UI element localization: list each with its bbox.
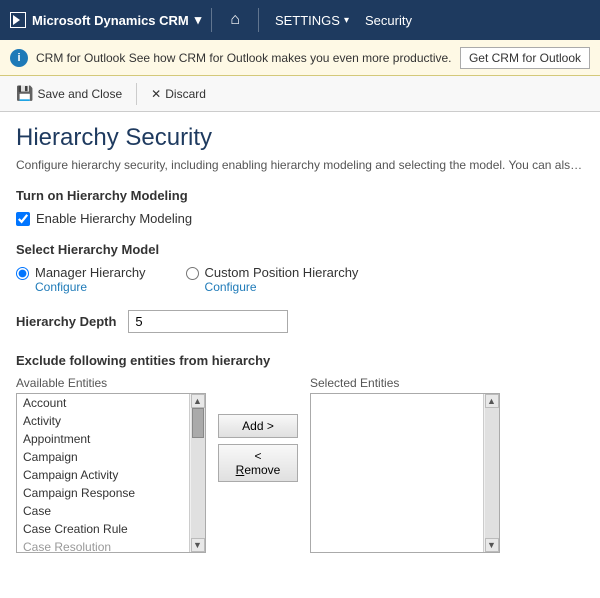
discard-button[interactable]: ✕ Discard <box>143 83 214 105</box>
hierarchy-model-title: Select Hierarchy Model <box>16 242 584 257</box>
manager-hierarchy-option: Manager Hierarchy Configure <box>16 265 146 294</box>
list-item: Case Resolution <box>17 538 189 552</box>
info-icon: i <box>10 49 28 67</box>
scroll-down-arrow[interactable]: ▼ <box>191 538 205 552</box>
scroll-up-arrow[interactable]: ▲ <box>191 394 205 408</box>
list-item[interactable]: Campaign Response <box>17 484 189 502</box>
available-entities-label: Available Entities <box>16 376 206 390</box>
custom-position-group: Custom Position Hierarchy Configure <box>205 265 359 294</box>
manager-hierarchy-label: Manager Hierarchy <box>35 265 146 280</box>
nav-brand[interactable]: Microsoft Dynamics CRM ▾ <box>10 12 201 28</box>
available-scrollbar[interactable]: ▲ ▼ <box>189 394 205 552</box>
enable-hierarchy-label: Enable Hierarchy Modeling <box>36 211 192 226</box>
nav-bar: Microsoft Dynamics CRM ▾ ⌂ SETTINGS ▾ Se… <box>0 0 600 40</box>
nav-divider-2 <box>258 8 259 32</box>
entities-layout: Available Entities Account Activity Appo… <box>16 376 584 553</box>
list-item[interactable]: Campaign <box>17 448 189 466</box>
scroll-thumb[interactable] <box>192 408 204 438</box>
discard-icon: ✕ <box>151 87 161 101</box>
list-item[interactable]: Case <box>17 502 189 520</box>
selected-scrollbar[interactable]: ▲ ▼ <box>483 394 499 552</box>
list-item[interactable]: Account <box>17 394 189 412</box>
entities-section: Exclude following entities from hierarch… <box>16 353 584 553</box>
selected-scroll-track <box>485 408 499 538</box>
scroll-track <box>191 408 205 538</box>
enable-hierarchy-checkbox[interactable] <box>16 212 30 226</box>
hierarchy-depth-label: Hierarchy Depth <box>16 314 116 329</box>
remove-label: < Remove <box>236 449 281 477</box>
custom-position-radio[interactable] <box>186 267 199 280</box>
model-options: Manager Hierarchy Configure Custom Posit… <box>16 265 584 294</box>
selected-entities-label: Selected Entities <box>310 376 500 390</box>
nav-divider-1 <box>211 8 212 32</box>
available-entities-list: Account Activity Appointment Campaign Ca… <box>17 394 189 552</box>
available-entities-listbox[interactable]: Account Activity Appointment Campaign Ca… <box>16 393 206 553</box>
hierarchy-depth-row: Hierarchy Depth <box>16 310 584 333</box>
toolbar: 💾 Save and Close ✕ Discard <box>0 76 600 112</box>
info-text: CRM for Outlook See how CRM for Outlook … <box>36 51 452 65</box>
manager-configure-link[interactable]: Configure <box>35 280 146 294</box>
get-crm-outlook-button[interactable]: Get CRM for Outlook <box>460 47 590 69</box>
enable-hierarchy-row: Enable Hierarchy Modeling <box>16 211 584 226</box>
available-entities-panel: Available Entities Account Activity Appo… <box>16 376 206 553</box>
toolbar-separator <box>136 83 137 105</box>
save-close-button[interactable]: 💾 Save and Close <box>8 81 130 106</box>
turn-on-section-title: Turn on Hierarchy Modeling <box>16 188 584 203</box>
selected-scroll-up[interactable]: ▲ <box>485 394 499 408</box>
add-button[interactable]: Add > <box>218 414 298 438</box>
custom-position-option: Custom Position Hierarchy Configure <box>186 265 359 294</box>
entity-action-buttons: Add > < Remove <box>206 394 310 502</box>
selected-entities-panel: Selected Entities ▲ ▼ <box>310 376 500 553</box>
hierarchy-depth-input[interactable] <box>128 310 288 333</box>
manager-hierarchy-group: Manager Hierarchy Configure <box>35 265 146 294</box>
page-description: Configure hierarchy security, including … <box>16 158 584 172</box>
settings-label: SETTINGS <box>275 13 340 28</box>
page-title: Hierarchy Security <box>16 124 584 152</box>
brand-label: Microsoft Dynamics CRM <box>32 13 189 28</box>
list-item[interactable]: Appointment <box>17 430 189 448</box>
list-item[interactable]: Case Creation Rule <box>17 520 189 538</box>
list-item[interactable]: Campaign Activity <box>17 466 189 484</box>
list-item[interactable]: Activity <box>17 412 189 430</box>
save-close-label: Save and Close <box>37 87 122 101</box>
manager-hierarchy-radio[interactable] <box>16 267 29 280</box>
custom-position-label: Custom Position Hierarchy <box>205 265 359 280</box>
settings-chevron: ▾ <box>344 15 349 26</box>
nav-security-label: Security <box>365 13 412 28</box>
selected-scroll-down[interactable]: ▼ <box>485 538 499 552</box>
dynamics-logo <box>10 12 26 28</box>
main-content: Hierarchy Security Configure hierarchy s… <box>0 112 600 565</box>
save-icon: 💾 <box>16 85 33 102</box>
info-bar: i CRM for Outlook See how CRM for Outloo… <box>0 40 600 76</box>
nav-settings-item[interactable]: SETTINGS ▾ <box>269 0 355 40</box>
home-icon: ⌂ <box>230 11 240 29</box>
discard-label: Discard <box>165 87 206 101</box>
brand-chevron[interactable]: ▾ <box>195 12 202 28</box>
remove-button[interactable]: < Remove <box>218 444 298 482</box>
entities-title: Exclude following entities from hierarch… <box>16 353 584 368</box>
custom-configure-link[interactable]: Configure <box>205 280 359 294</box>
hierarchy-model-section: Select Hierarchy Model Manager Hierarchy… <box>16 242 584 294</box>
nav-home-button[interactable]: ⌂ <box>222 0 248 40</box>
selected-entities-listbox[interactable]: ▲ ▼ <box>310 393 500 553</box>
add-label: Add > <box>242 419 274 433</box>
selected-entities-list <box>311 394 483 552</box>
